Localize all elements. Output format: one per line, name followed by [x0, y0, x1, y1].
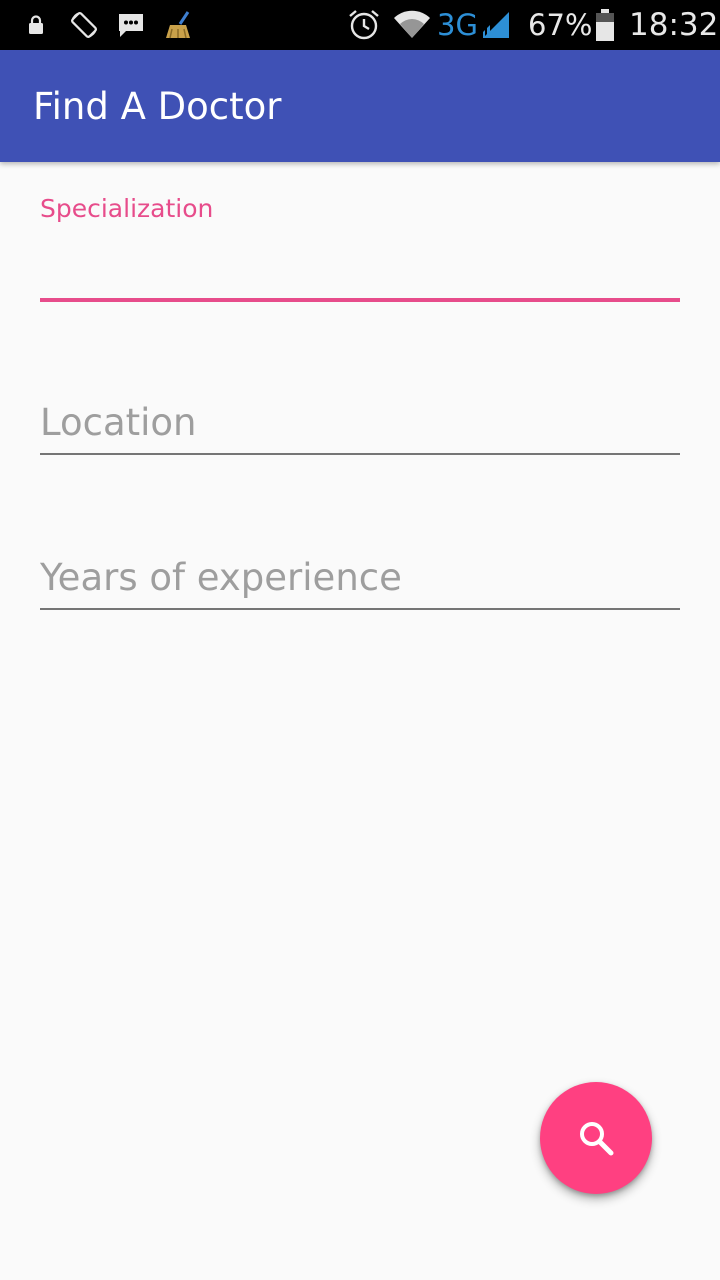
wifi-icon [392, 0, 432, 50]
location-field[interactable] [40, 395, 680, 460]
experience-field[interactable] [40, 550, 680, 615]
experience-input[interactable] [40, 550, 680, 604]
clock: 18:32 [629, 7, 719, 43]
search-button[interactable] [540, 1082, 652, 1194]
app-title: Find A Doctor [33, 84, 282, 128]
specialization-underline [40, 298, 680, 302]
location-underline [40, 453, 680, 455]
status-bar: 3G 67% 18:32 [0, 0, 720, 50]
signal-icon [480, 0, 512, 50]
screen: 3G 67% 18:32 Find A Doctor Specializatio… [0, 0, 720, 1280]
search-icon [576, 1118, 616, 1158]
screen-rotation-icon [68, 0, 100, 50]
alarm-icon [346, 0, 382, 50]
message-icon [116, 0, 146, 50]
specialization-field[interactable]: Specialization [40, 190, 680, 305]
battery-percent: 67% [528, 8, 593, 42]
location-input[interactable] [40, 395, 680, 449]
battery-icon [593, 0, 617, 50]
cleaner-icon [163, 0, 195, 50]
network-type: 3G [437, 8, 478, 42]
lock-icon [26, 0, 46, 50]
specialization-input[interactable] [40, 236, 680, 286]
specialization-label: Specialization [40, 194, 214, 223]
experience-underline [40, 608, 680, 610]
app-bar: Find A Doctor [0, 50, 720, 162]
